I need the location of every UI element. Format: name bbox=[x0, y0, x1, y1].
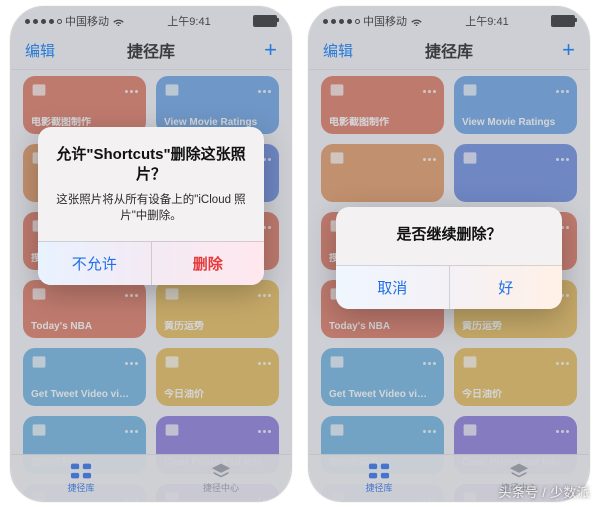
more-icon[interactable] bbox=[420, 422, 438, 440]
shortcut-icon bbox=[462, 82, 478, 98]
shortcut-icon bbox=[329, 150, 345, 166]
more-icon[interactable] bbox=[122, 354, 140, 372]
add-button[interactable]: + bbox=[264, 39, 277, 61]
alert-title: 是否继续删除？ bbox=[350, 225, 548, 245]
edit-button[interactable]: 编辑 bbox=[25, 40, 55, 61]
more-icon[interactable] bbox=[255, 82, 273, 100]
shortcut-icon bbox=[164, 422, 180, 438]
status-time: 上午9:41 bbox=[465, 13, 508, 29]
shortcut-icon bbox=[329, 354, 345, 370]
carrier-label: 中国移动 bbox=[363, 13, 407, 29]
shortcut-icon bbox=[462, 354, 478, 370]
cancel-button[interactable]: 取消 bbox=[336, 266, 449, 309]
shortcut-label: 今日油价 bbox=[462, 389, 569, 401]
shortcut-icon bbox=[462, 422, 478, 438]
shortcut-tile[interactable]: 今日油价 bbox=[156, 348, 279, 406]
wifi-icon bbox=[410, 17, 423, 26]
shortcut-tile[interactable] bbox=[454, 144, 577, 202]
tab-library[interactable]: 捷径库 bbox=[309, 455, 449, 501]
more-icon[interactable] bbox=[255, 422, 273, 440]
tab-gallery-label: 捷径中心 bbox=[203, 481, 239, 494]
tab-library[interactable]: 捷径库 bbox=[11, 455, 151, 501]
shortcut-icon bbox=[329, 422, 345, 438]
stack-icon bbox=[210, 462, 232, 480]
phone-right: 中国移动 上午9:41 编辑 捷径库 + 电影截图制作 View Movie Ra… bbox=[308, 6, 590, 502]
more-icon[interactable] bbox=[122, 82, 140, 100]
shortcut-tile[interactable]: 黄历运势 bbox=[156, 280, 279, 338]
tab-gallery[interactable]: 捷径中心 bbox=[151, 455, 291, 501]
more-icon[interactable] bbox=[553, 422, 571, 440]
battery-icon bbox=[253, 15, 277, 27]
more-icon[interactable] bbox=[420, 354, 438, 372]
watermark: 头条号 / 少数派 bbox=[498, 482, 590, 501]
carrier-label: 中国移动 bbox=[65, 13, 109, 29]
tab-library-label: 捷径库 bbox=[67, 481, 94, 494]
more-icon[interactable] bbox=[553, 354, 571, 372]
delete-button[interactable]: 删除 bbox=[151, 242, 265, 285]
shortcut-tile[interactable]: Today's NBA bbox=[23, 280, 146, 338]
more-icon[interactable] bbox=[553, 150, 571, 168]
more-icon[interactable] bbox=[420, 82, 438, 100]
grid-icon bbox=[368, 462, 390, 480]
ok-button[interactable]: 好 bbox=[449, 266, 563, 309]
shortcut-icon bbox=[31, 286, 47, 302]
shortcut-label: 黄历运势 bbox=[462, 321, 569, 333]
shortcut-icon bbox=[329, 82, 345, 98]
edit-button[interactable]: 编辑 bbox=[323, 40, 353, 61]
add-button[interactable]: + bbox=[562, 39, 575, 61]
shortcut-tile[interactable] bbox=[321, 144, 444, 202]
stack-icon bbox=[508, 462, 530, 480]
tab-bar: 捷径库 捷径中心 bbox=[11, 454, 291, 501]
grid-icon bbox=[70, 462, 92, 480]
shortcut-label: 电影截图制作 bbox=[329, 117, 436, 129]
shortcut-icon bbox=[31, 82, 47, 98]
shortcut-tile[interactable]: 电影截图制作 bbox=[23, 76, 146, 134]
shortcut-label: 今日油价 bbox=[164, 389, 271, 401]
shortcut-icon bbox=[164, 286, 180, 302]
nav-header: 编辑 捷径库 + bbox=[309, 31, 589, 70]
status-bar: 中国移动 上午9:41 bbox=[11, 7, 291, 31]
more-icon[interactable] bbox=[553, 82, 571, 100]
alert-body: 这张照片将从所有设备上的"iCloud 照片"中删除。 bbox=[54, 192, 248, 225]
shortcut-tile[interactable]: View Movie Ratings bbox=[156, 76, 279, 134]
delete-photo-alert: 允许"Shortcuts"删除这张照片？ 这张照片将从所有设备上的"iCloud… bbox=[38, 127, 264, 285]
shortcut-tile[interactable]: 今日油价 bbox=[454, 348, 577, 406]
more-icon[interactable] bbox=[122, 422, 140, 440]
phone-left: 中国移动 上午9:41 编辑 捷径库 + 电影截图制作View Movie Ra… bbox=[10, 6, 292, 502]
shortcut-label: Get Tweet Video vi… bbox=[329, 389, 436, 401]
deny-button[interactable]: 不允许 bbox=[38, 242, 151, 285]
tab-library-label: 捷径库 bbox=[365, 481, 392, 494]
shortcut-icon bbox=[164, 82, 180, 98]
more-icon[interactable] bbox=[420, 150, 438, 168]
page-title: 捷径库 bbox=[425, 38, 473, 62]
shortcut-label: 黄历运势 bbox=[164, 321, 271, 333]
shortcut-label: Get Tweet Video vi… bbox=[31, 389, 138, 401]
status-bar: 中国移动 上午9:41 bbox=[309, 7, 589, 31]
shortcut-icon bbox=[462, 150, 478, 166]
shortcut-label: Today's NBA bbox=[329, 321, 436, 333]
battery-icon bbox=[551, 15, 575, 27]
status-time: 上午9:41 bbox=[167, 13, 210, 29]
page-title: 捷径库 bbox=[127, 38, 175, 62]
shortcut-tile[interactable]: Get Tweet Video vi… bbox=[321, 348, 444, 406]
more-icon[interactable] bbox=[255, 286, 273, 304]
more-icon[interactable] bbox=[255, 354, 273, 372]
confirm-delete-alert: 是否继续删除？ 取消 好 bbox=[336, 207, 562, 309]
more-icon[interactable] bbox=[122, 286, 140, 304]
shortcut-tile[interactable]: Get Tweet Video vi… bbox=[23, 348, 146, 406]
alert-title: 允许"Shortcuts"删除这张照片？ bbox=[54, 145, 248, 186]
nav-header: 编辑 捷径库 + bbox=[11, 31, 291, 70]
shortcut-icon bbox=[31, 422, 47, 438]
shortcut-label: View Movie Ratings bbox=[462, 117, 569, 129]
shortcut-icon bbox=[31, 354, 47, 370]
wifi-icon bbox=[112, 17, 125, 26]
shortcut-label: Today's NBA bbox=[31, 321, 138, 333]
shortcut-icon bbox=[164, 354, 180, 370]
shortcut-tile[interactable]: 电影截图制作 bbox=[321, 76, 444, 134]
shortcut-tile[interactable]: View Movie Ratings bbox=[454, 76, 577, 134]
